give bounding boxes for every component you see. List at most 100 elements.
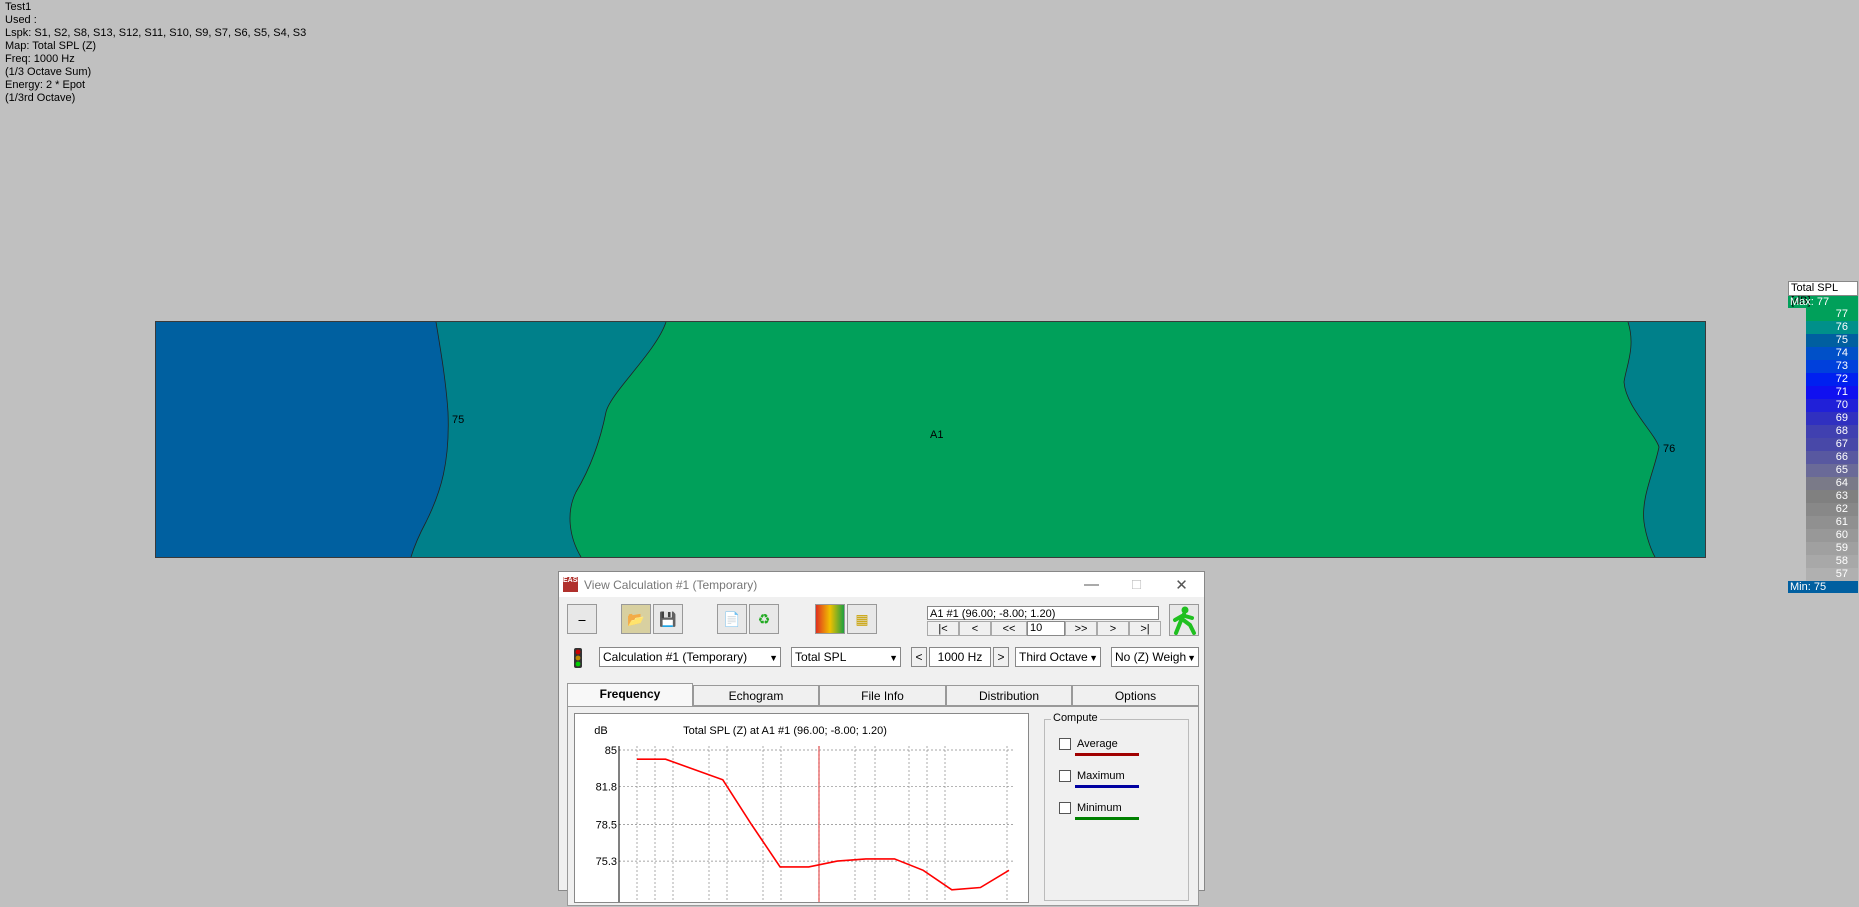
minimum-label: Minimum xyxy=(1077,802,1122,814)
weighting-select[interactable]: No (Z) Weigh ▼ xyxy=(1111,647,1199,667)
compute-title: Compute xyxy=(1051,712,1100,724)
tab-distribution[interactable]: Distribution xyxy=(946,685,1072,706)
traffic-light-icon[interactable] xyxy=(567,647,589,671)
multi-view-button[interactable]: ▦ xyxy=(847,604,877,634)
walker-button[interactable] xyxy=(1169,604,1199,636)
frequency-chart: Total SPL (Z) at A1 #1 (96.00; -8.00; 1.… xyxy=(594,725,1015,902)
maximum-checkbox[interactable]: Maximum xyxy=(1059,770,1139,788)
chevron-down-icon: ▼ xyxy=(1187,653,1196,663)
prev-button[interactable]: < xyxy=(959,621,991,636)
legend-row: 72 xyxy=(1806,373,1858,386)
location-field[interactable]: A1 #1 (96.00; -8.00; 1.20) xyxy=(927,606,1159,620)
document-icon: 📄 xyxy=(723,610,741,627)
color-legend: Total SPL [dB] Max: 77 77767574737271706… xyxy=(1788,281,1858,593)
info-line: Used : xyxy=(5,14,37,26)
maximize-button[interactable]: □ xyxy=(1114,576,1159,594)
folder-open-icon: 📂 xyxy=(627,610,645,627)
legend-row: 65 xyxy=(1806,464,1858,477)
last-button[interactable]: >| xyxy=(1129,621,1161,636)
blue-region xyxy=(156,322,449,557)
weighting-select-value: No (Z) Weigh xyxy=(1115,650,1187,664)
frequency-field[interactable]: 1000 Hz xyxy=(929,647,991,667)
legend-row: 62 xyxy=(1806,503,1858,516)
chevron-down-icon: ▼ xyxy=(889,653,898,663)
open-button[interactable]: 📂 xyxy=(621,604,651,634)
minimum-checkbox[interactable]: Minimum xyxy=(1059,802,1139,820)
grid-map-icon: ▦ xyxy=(855,610,869,627)
app-icon: EASE xyxy=(563,577,582,592)
legend-row: 71 xyxy=(1806,386,1858,399)
y-tick-label: 85 xyxy=(605,745,617,757)
save-button[interactable]: 💾 xyxy=(653,604,683,634)
next-fast-button[interactable]: >> xyxy=(1065,621,1097,636)
minimize-button[interactable]: — xyxy=(1069,576,1114,594)
legend-row: 75 xyxy=(1806,334,1858,347)
average-label: Average xyxy=(1077,738,1118,750)
y-axis-label: dB xyxy=(594,725,607,737)
info-line: Test1 xyxy=(5,1,32,13)
legend-row: 61 xyxy=(1806,516,1858,529)
next-button[interactable]: > xyxy=(1097,621,1129,636)
info-line: Map: Total SPL (Z) xyxy=(5,40,97,52)
average-checkbox[interactable]: Average xyxy=(1059,738,1139,756)
line-tool-button[interactable]: ⎯ xyxy=(567,604,597,634)
average-line-swatch xyxy=(1075,753,1139,756)
teal-region-right xyxy=(1624,322,1705,557)
legend-row: 63 xyxy=(1806,490,1858,503)
compute-group: Compute Average Maximum Minimum xyxy=(1044,712,1189,901)
freq-prev-button[interactable]: < xyxy=(911,647,927,667)
chevron-down-icon: ▼ xyxy=(769,653,778,663)
maximum-label: Maximum xyxy=(1077,770,1125,782)
legend-row: 59 xyxy=(1806,542,1858,555)
info-line: Freq: 1000 Hz xyxy=(5,53,75,65)
quantity-select[interactable]: Total SPL ▼ xyxy=(791,647,901,667)
map-info: Test1 Used : Lspk: S1, S2, S8, S13, S12,… xyxy=(5,1,306,105)
info-line: (1/3rd Octave) xyxy=(5,92,76,104)
selection-row: Calculation #1 (Temporary) ▼ Total SPL ▼ <… xyxy=(559,637,1204,669)
notes-button[interactable]: 📄 xyxy=(717,604,747,634)
tab-file-info[interactable]: File Info xyxy=(819,685,946,706)
map-view-button[interactable] xyxy=(815,604,845,634)
legend-row: 70 xyxy=(1806,399,1858,412)
line-icon: ⎯ xyxy=(578,610,586,627)
legend-row: 76 xyxy=(1806,321,1858,334)
calculation-select-value: Calculation #1 (Temporary) xyxy=(603,650,748,664)
freq-next-button[interactable]: > xyxy=(993,647,1009,667)
maximum-line-swatch xyxy=(1075,785,1139,788)
close-button[interactable]: ✕ xyxy=(1159,576,1204,594)
info-line: Lspk: S1, S2, S8, S13, S12, S11, S10, S9… xyxy=(5,27,307,39)
band-select[interactable]: Third Octave ▼ xyxy=(1015,647,1101,667)
spl-map[interactable]: 75 76 A1 xyxy=(155,321,1706,558)
prev-fast-button[interactable]: << xyxy=(991,621,1027,636)
tab-frequency[interactable]: Frequency xyxy=(567,683,693,707)
y-tick-label: 81.8 xyxy=(596,782,617,794)
toolbar: ⎯ 📂 💾 📄 ♻ ▦ A1 #1 (96.00; -8.00; 1.20) |… xyxy=(559,597,1204,637)
frequency-panel: Total SPL (Z) at A1 #1 (96.00; -8.00; 1.… xyxy=(567,706,1199,906)
y-tick-label: 78.5 xyxy=(596,819,617,831)
recycle-icon: ♻ xyxy=(757,610,771,627)
legend-row: 60 xyxy=(1806,529,1858,542)
calculation-select[interactable]: Calculation #1 (Temporary) ▼ xyxy=(599,647,781,667)
chart-title: Total SPL (Z) at A1 #1 (96.00; -8.00; 1.… xyxy=(683,725,887,737)
tab-options[interactable]: Options xyxy=(1072,685,1199,706)
legend-row: 77 xyxy=(1806,308,1858,321)
legend-max: Max: 77 xyxy=(1788,296,1858,308)
legend-row: 69 xyxy=(1806,412,1858,425)
window-titlebar[interactable]: EASE View Calculation #1 (Temporary) — □… xyxy=(559,572,1204,597)
frequency-plot[interactable]: Total SPL (Z) at A1 #1 (96.00; -8.00; 1.… xyxy=(574,713,1029,903)
recycle-button[interactable]: ♻ xyxy=(749,604,779,634)
info-line: (1/3 Octave Sum) xyxy=(5,66,92,78)
receiver-label-a1[interactable]: A1 xyxy=(930,429,943,441)
legend-row: 67 xyxy=(1806,438,1858,451)
step-input[interactable]: 10 xyxy=(1027,621,1065,636)
legend-scale: 77 76 75 74 73 72 71 70 69 68 67 66 65 64 63 62 61 60 59 58… xyxy=(1788,308,1858,581)
walker-icon xyxy=(1173,606,1196,635)
first-button[interactable]: |< xyxy=(927,621,959,636)
legend-row: 68 xyxy=(1806,425,1858,438)
legend-row: 57 xyxy=(1806,568,1858,581)
tab-echogram[interactable]: Echogram xyxy=(693,685,819,706)
band-select-value: Third Octave xyxy=(1019,650,1088,664)
minimum-line-swatch xyxy=(1075,817,1139,820)
legend-min: Min: 75 xyxy=(1788,581,1858,593)
legend-row: 74 xyxy=(1806,347,1858,360)
